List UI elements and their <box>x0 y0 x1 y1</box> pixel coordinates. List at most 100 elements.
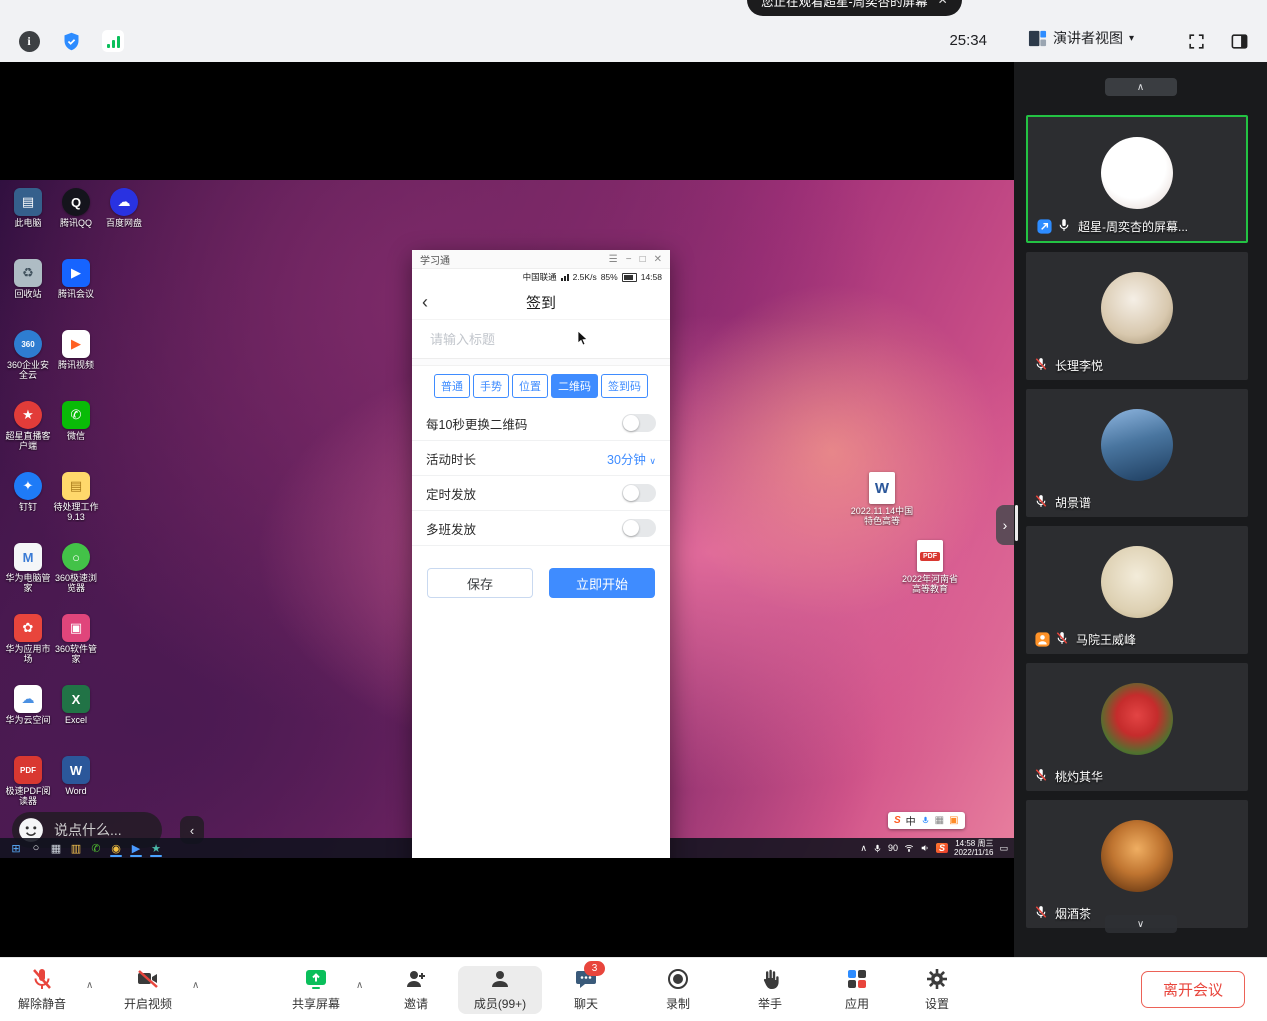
leave-meeting-button[interactable]: 离开会议 <box>1141 971 1245 1008</box>
toggle-switch[interactable] <box>622 519 656 537</box>
start-now-button[interactable]: 立即开始 <box>549 568 655 598</box>
录制-button[interactable]: 录制 <box>643 966 713 1012</box>
chevron-up-icon[interactable]: ∧ <box>356 980 363 991</box>
setting-row[interactable]: 定时发放 <box>412 476 670 511</box>
chaoxing-taskbar-icon[interactable]: ★ <box>146 839 166 857</box>
participant-tile[interactable]: 超星-周奕杏的屏幕... <box>1026 115 1248 243</box>
shield-icon[interactable] <box>60 30 82 52</box>
共享屏幕-button[interactable]: 共享屏幕 <box>281 966 351 1012</box>
wifi-icon[interactable] <box>904 843 914 853</box>
desktop-icon[interactable]: ▣360软件管家 <box>52 612 100 683</box>
sogou-tray-icon[interactable]: S <box>936 843 948 853</box>
desktop-icon[interactable]: ♻回收站 <box>4 257 52 328</box>
view-mode-selector[interactable]: 演讲者视图 ▾ <box>1028 28 1134 48</box>
wechat-taskbar-icon[interactable]: ✆ <box>86 839 106 857</box>
聊天-button[interactable]: 3聊天 <box>551 966 621 1012</box>
signin-tab-二维码[interactable]: 二维码 <box>551 374 598 398</box>
desktop-icon[interactable]: ✦钉钉 <box>4 470 52 541</box>
participant-tile[interactable]: 胡景谱 <box>1026 389 1248 517</box>
desktop-icon[interactable]: 360360企业安全云 <box>4 328 52 399</box>
members-icon <box>458 966 542 992</box>
desktop-icon[interactable]: Q腾讯QQ <box>52 186 100 257</box>
signin-title-input[interactable] <box>428 331 654 348</box>
signin-tab-手势[interactable]: 手势 <box>473 374 509 398</box>
ime-mic-icon <box>921 816 930 825</box>
taskbar-clock[interactable]: 14:58 周三 2022/11/16 <box>954 839 993 857</box>
network-signal-icon[interactable] <box>102 30 124 52</box>
avatar <box>1101 272 1173 344</box>
task-view-icon[interactable]: ▦ <box>46 839 66 857</box>
desktop-icon[interactable]: ○360极速浏览器 <box>52 541 100 612</box>
ime-toolbar[interactable]: S 中 ▦ ▣ <box>888 812 965 829</box>
toolbar-item-label: 设置 <box>902 995 972 1012</box>
taskbar-icons: ⊞○▦▥✆◉▶★ <box>6 839 166 857</box>
signin-tab-签到码[interactable]: 签到码 <box>601 374 648 398</box>
chrome-icon[interactable]: ◉ <box>106 839 126 857</box>
desktop-icon[interactable]: ▶腾讯会议 <box>52 257 100 328</box>
desktop-icon[interactable]: ☁百度网盘 <box>100 186 148 257</box>
setting-label: 每10秒更换二维码 <box>426 414 527 433</box>
desktop-icon[interactable]: XExcel <box>52 683 100 754</box>
menu-icon[interactable]: ☰ <box>609 254 618 265</box>
desktop-icon[interactable]: ✆微信 <box>52 399 100 470</box>
start-icon[interactable]: ⊞ <box>6 839 26 857</box>
desktop-icon[interactable]: ✿华为应用市场 <box>4 612 52 683</box>
邀请-button[interactable]: 邀请 <box>381 966 451 1012</box>
desktop-icon[interactable]: ▤此电脑 <box>4 186 52 257</box>
应用-button[interactable]: 应用 <box>822 966 892 1012</box>
举手-button[interactable]: 举手 <box>735 966 805 1012</box>
participant-tile[interactable]: 桃灼其华 <box>1026 663 1248 791</box>
setting-row[interactable]: 每10秒更换二维码 <box>412 406 670 441</box>
participant-tile[interactable]: 烟酒茶 <box>1026 800 1248 928</box>
duration-select[interactable]: 30分钟 ∨ <box>607 449 656 468</box>
tray-expand-icon[interactable]: ∧ <box>860 843 867 854</box>
setting-row[interactable]: 多班发放 <box>412 511 670 546</box>
toggle-switch[interactable] <box>622 414 656 432</box>
setting-row[interactable]: 活动时长30分钟 ∨ <box>412 441 670 476</box>
notification-center-icon[interactable]: ▭ <box>999 843 1008 854</box>
scroll-up-chevron[interactable]: ∧ <box>1105 78 1177 96</box>
tray-mic-level: 90 <box>888 843 898 853</box>
成员(99+)-button[interactable]: 成员(99+) <box>458 966 542 1014</box>
chevron-up-icon[interactable]: ∧ <box>192 980 199 991</box>
side-panel-toggle-icon[interactable] <box>1228 30 1250 52</box>
scroll-down-chevron[interactable]: ∨ <box>1105 915 1177 933</box>
toggle-switch[interactable] <box>622 484 656 502</box>
sidebar-resize-handle[interactable] <box>1015 505 1018 541</box>
back-arrow-icon[interactable]: ‹ <box>422 293 428 311</box>
开启视频-button[interactable]: 开启视频 <box>113 966 183 1012</box>
desktop-icon-label: 超星直播客户端 <box>4 431 52 451</box>
save-button[interactable]: 保存 <box>427 568 533 598</box>
tray-mic-icon[interactable] <box>873 844 882 853</box>
ime-mode-label: 中 <box>906 813 916 828</box>
chat-message-input[interactable] <box>52 821 148 839</box>
chevron-up-icon[interactable]: ∧ <box>86 980 93 991</box>
panel-expander-chevron[interactable]: › <box>996 505 1014 545</box>
participant-tile[interactable]: 马院王威峰 <box>1026 526 1248 654</box>
file-explorer-icon[interactable]: ▥ <box>66 839 86 857</box>
解除静音-button[interactable]: 解除静音 <box>7 966 77 1012</box>
chevron-down-icon: ▾ <box>1129 33 1134 44</box>
fullscreen-icon[interactable] <box>1185 30 1207 52</box>
desktop-icon[interactable]: ☁华为云空间 <box>4 683 52 754</box>
maximize-icon[interactable]: □ <box>640 254 646 265</box>
word-file-icon[interactable]: W2022.11.14中国特色高等 <box>850 472 914 526</box>
search-icon[interactable]: ○ <box>26 839 46 857</box>
volume-icon[interactable] <box>920 843 930 853</box>
info-icon[interactable]: i <box>18 30 40 52</box>
pdf-file-icon[interactable]: PDF2022年河南省高等教育 <box>898 540 962 594</box>
desktop-icon[interactable]: M华为电脑管家 <box>4 541 52 612</box>
desktop-icon[interactable]: ▤待处理工作9.13 <box>52 470 100 541</box>
participant-name: 长理李悦 <box>1055 357 1103 374</box>
desktop-icon[interactable]: ★超星直播客户端 <box>4 399 52 470</box>
close-icon[interactable]: ✕ <box>654 254 662 265</box>
desktop-icon[interactable]: ▶腾讯视频 <box>52 328 100 399</box>
meeting-taskbar-icon[interactable]: ▶ <box>126 839 146 857</box>
close-icon[interactable]: ✕ <box>938 0 948 7</box>
participant-tile[interactable]: 长理李悦 <box>1026 252 1248 380</box>
minimize-icon[interactable]: − <box>626 254 632 265</box>
设置-button[interactable]: 设置 <box>902 966 972 1012</box>
signin-tab-普通[interactable]: 普通 <box>434 374 470 398</box>
signin-tab-位置[interactable]: 位置 <box>512 374 548 398</box>
meeting-top-bar: i 25:34 演讲者视图 ▾ 您正在观看超星-周奕杏的屏幕 ✕ <box>0 0 1267 62</box>
